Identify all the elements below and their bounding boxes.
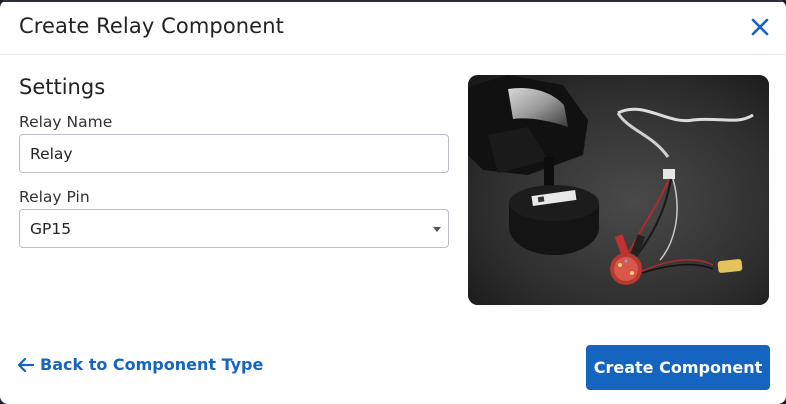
chevron-down-icon: [433, 227, 441, 232]
create-relay-dialog: Create Relay Component Settings Relay Na…: [0, 0, 786, 404]
arrow-left-icon: [18, 357, 34, 372]
component-preview-image: [468, 75, 769, 305]
dialog-header: Create Relay Component: [0, 0, 786, 55]
settings-heading: Settings: [19, 75, 106, 99]
close-button[interactable]: [750, 17, 770, 37]
dialog-title: Create Relay Component: [19, 14, 284, 38]
relay-name-label: Relay Name: [19, 113, 113, 131]
create-component-button[interactable]: Create Component: [586, 345, 770, 390]
relay-pin-label: Relay Pin: [19, 188, 90, 206]
close-icon: [751, 18, 769, 36]
back-link-label: Back to Component Type: [40, 355, 264, 374]
relay-pin-select[interactable]: GP15: [19, 209, 449, 248]
relay-pin-selected-value: GP15: [30, 220, 72, 238]
relay-name-input[interactable]: [19, 134, 449, 173]
back-to-component-type-link[interactable]: Back to Component Type: [18, 355, 263, 374]
relay-lamp-photo: [468, 75, 769, 305]
